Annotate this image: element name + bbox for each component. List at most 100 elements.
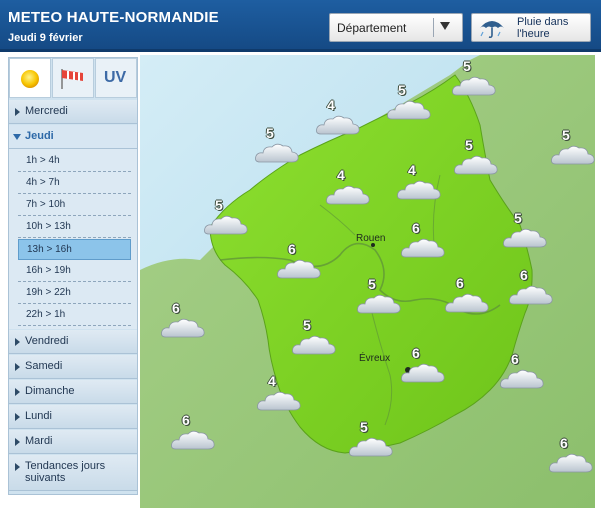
time-slot[interactable]: 22h > 1h	[18, 305, 131, 326]
cloud-icon	[203, 214, 249, 236]
day-item-vendredi[interactable]: Vendredi	[9, 330, 137, 354]
cloud-icon	[396, 179, 442, 201]
tab-uv[interactable]: UV	[95, 58, 137, 98]
time-slot-label: 19h > 22h	[26, 287, 71, 298]
temperature-value: 4	[408, 162, 416, 178]
temperature-value: 6	[456, 275, 464, 291]
cloud-icon	[400, 237, 446, 259]
cloud-icon	[386, 99, 432, 121]
time-slot[interactable]: 16h > 19h	[18, 261, 131, 282]
temperature-value: 5	[463, 58, 471, 74]
time-slot-label: 16h > 19h	[26, 265, 71, 276]
cloud-icon	[499, 368, 545, 390]
triangle-right-icon	[15, 463, 20, 471]
department-select[interactable]: Département	[329, 13, 463, 42]
triangle-right-icon	[15, 413, 20, 421]
time-slot-active[interactable]: 13h > 16h	[18, 239, 131, 260]
current-date: Jeudi 9 février	[8, 32, 83, 44]
day-item-dimanche[interactable]: Dimanche	[9, 380, 137, 404]
cloud-icon	[444, 292, 490, 314]
forecast-sidebar: UV Mercredi Jeudi 1h > 4h 4h > 7h 7h > 1…	[8, 57, 138, 495]
windsock-icon	[61, 69, 83, 89]
day-label: Vendredi	[25, 335, 69, 347]
time-slot[interactable]: 4h > 7h	[18, 173, 131, 194]
tab-wind[interactable]	[52, 58, 94, 98]
temperature-value: 5	[514, 210, 522, 226]
time-slot-list: 1h > 4h 4h > 7h 7h > 10h 10h > 13h 13h >…	[9, 149, 137, 329]
triangle-right-icon	[15, 338, 20, 346]
cloud-icon	[508, 284, 554, 306]
weather-map[interactable]: Rouen Évreux 5 4 5 5 4 4 5 5 5 6 6 5 6 5 6 6 5 6 6 4 6 5 6	[140, 55, 595, 508]
time-slot[interactable]: 1h > 4h	[18, 151, 131, 172]
page-title: METEO HAUTE-NORMANDIE	[8, 9, 219, 26]
temperature-value: 4	[268, 373, 276, 389]
tab-weather[interactable]	[9, 58, 51, 98]
bottom-border	[0, 508, 601, 516]
cloud-icon	[315, 114, 361, 136]
time-slot-label: 13h > 16h	[27, 244, 72, 255]
temperature-value: 6	[412, 220, 420, 236]
cloud-icon	[291, 334, 337, 356]
triangle-down-icon	[13, 134, 21, 140]
department-select-label: Département	[337, 21, 407, 35]
chevron-down-icon	[440, 22, 450, 30]
cloud-icon	[548, 452, 594, 474]
city-label-evreux: Évreux	[359, 353, 391, 364]
temperature-value: 6	[288, 241, 296, 257]
cloud-icon	[502, 227, 548, 249]
day-item-mercredi[interactable]: Mercredi	[9, 100, 137, 124]
temperature-value: 6	[511, 351, 519, 367]
cloud-icon	[400, 362, 446, 384]
cloud-icon	[550, 144, 595, 166]
day-label: Tendances jours suivants	[25, 460, 106, 484]
weather-widget: METEO HAUTE-NORMANDIE Jeudi 9 février Dé…	[0, 0, 601, 516]
temperature-value: 5	[266, 125, 274, 141]
temperature-value: 5	[360, 419, 368, 435]
rain-next-hour-label: Pluie dans l'heure	[517, 16, 569, 40]
time-slot-label: 1h > 4h	[26, 155, 60, 166]
temperature-value: 6	[172, 300, 180, 316]
sun-icon	[21, 70, 39, 88]
temperature-value: 6	[520, 267, 528, 283]
temperature-value: 6	[182, 412, 190, 428]
temperature-value: 5	[215, 197, 223, 213]
day-label: Jeudi	[25, 130, 54, 142]
temperature-value: 5	[368, 276, 376, 292]
rain-next-hour-button[interactable]: Pluie dans l'heure	[471, 13, 591, 42]
temperature-value: 6	[560, 435, 568, 451]
day-label: Samedi	[25, 360, 63, 372]
cloud-icon	[348, 436, 394, 458]
time-slot-label: 10h > 13h	[26, 221, 71, 232]
time-slot[interactable]: 7h > 10h	[18, 195, 131, 216]
time-slot-label: 4h > 7h	[26, 177, 60, 188]
umbrella-icon	[480, 21, 504, 39]
day-item-jeudi[interactable]: Jeudi	[9, 125, 137, 149]
day-item-lundi[interactable]: Lundi	[9, 405, 137, 429]
cloud-icon	[325, 184, 371, 206]
layer-tabs: UV	[9, 58, 137, 100]
cloud-icon	[453, 154, 499, 176]
day-label: Mercredi	[25, 105, 68, 117]
time-slot-label: 22h > 1h	[26, 309, 66, 320]
temperature-value: 4	[327, 97, 335, 113]
triangle-right-icon	[15, 108, 20, 116]
cloud-icon	[170, 429, 216, 451]
uv-label: UV	[104, 69, 127, 86]
triangle-right-icon	[15, 363, 20, 371]
time-slot[interactable]: 10h > 13h	[18, 217, 131, 238]
day-item-tendances[interactable]: Tendances jours suivants	[9, 455, 137, 491]
cloud-icon	[256, 390, 302, 412]
day-item-samedi[interactable]: Samedi	[9, 355, 137, 379]
time-slot-label: 7h > 10h	[26, 199, 66, 210]
cloud-icon	[451, 75, 497, 97]
day-label: Lundi	[25, 410, 52, 422]
day-label: Mardi	[25, 435, 53, 447]
temperature-value: 5	[465, 137, 473, 153]
time-slot[interactable]: 19h > 22h	[18, 283, 131, 304]
cloud-icon	[254, 142, 300, 164]
day-item-mardi[interactable]: Mardi	[9, 430, 137, 454]
temperature-value: 5	[398, 82, 406, 98]
day-label: Dimanche	[25, 385, 75, 397]
cloud-icon	[160, 317, 206, 339]
header-bar: METEO HAUTE-NORMANDIE Jeudi 9 février Dé…	[0, 0, 601, 52]
